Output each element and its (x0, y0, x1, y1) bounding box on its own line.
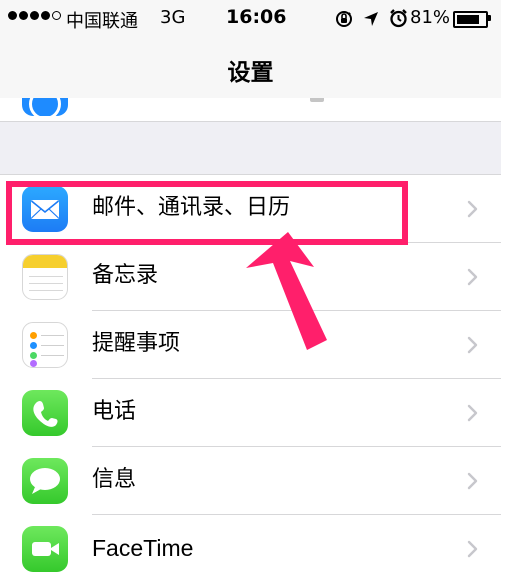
settings-row-label: FaceTime (92, 535, 194, 561)
right-edge-background (501, 0, 511, 580)
mail-icon (22, 186, 68, 232)
messages-icon (22, 458, 68, 504)
location-icon (364, 11, 378, 26)
settings-row-messages[interactable]: 信息 (0, 447, 501, 515)
partial-row-mark (310, 98, 324, 102)
settings-row-label: 信息 (92, 467, 137, 492)
chevron-right-icon (467, 472, 478, 490)
signal-strength-icon (8, 11, 61, 20)
settings-screen: 中国联通 3G 16:06 81% 设置 邮件、通讯录、日历 备忘录 提醒事项 … (0, 0, 501, 580)
rotation-lock-icon (336, 10, 352, 27)
previous-settings-row-partial (0, 98, 501, 122)
battery-icon (453, 11, 488, 28)
battery-tip (488, 15, 491, 21)
settings-row-label: 提醒事项 (92, 331, 181, 356)
chevron-right-icon (467, 404, 478, 422)
settings-row-label: 备忘录 (92, 263, 159, 288)
settings-row-mail-contacts-calendars[interactable]: 邮件、通讯录、日历 (0, 175, 501, 243)
notes-icon (22, 254, 68, 300)
status-time: 16:06 (226, 6, 287, 28)
status-bar: 中国联通 3G 16:06 81% (0, 0, 501, 38)
reminders-icon (22, 322, 68, 368)
settings-row-label: 电话 (92, 399, 137, 424)
chevron-right-icon (467, 336, 478, 354)
settings-row-notes[interactable]: 备忘录 (0, 243, 501, 311)
chevron-right-icon (467, 540, 478, 558)
chevron-right-icon (467, 268, 478, 286)
network-type: 3G (160, 7, 186, 28)
status-icons (334, 8, 409, 29)
alarm-icon (390, 9, 407, 28)
settings-row-facetime[interactable]: FaceTime (0, 515, 501, 580)
facetime-icon (22, 526, 68, 572)
settings-list: 邮件、通讯录、日历 备忘录 提醒事项 电话 信息 FaceTime (0, 175, 501, 580)
phone-icon (22, 390, 68, 436)
settings-row-phone[interactable]: 电话 (0, 379, 501, 447)
chevron-right-icon (467, 200, 478, 218)
partial-settings-icon (22, 98, 68, 116)
carrier-name: 中国联通 (66, 11, 138, 32)
navigation-bar: 设置 (0, 38, 501, 98)
battery-fill (457, 15, 479, 24)
settings-row-reminders[interactable]: 提醒事项 (0, 311, 501, 379)
page-title: 设置 (227, 60, 274, 86)
settings-group-gap (0, 122, 501, 175)
settings-row-label: 邮件、通讯录、日历 (92, 195, 291, 220)
battery-percent: 81% (410, 7, 451, 28)
